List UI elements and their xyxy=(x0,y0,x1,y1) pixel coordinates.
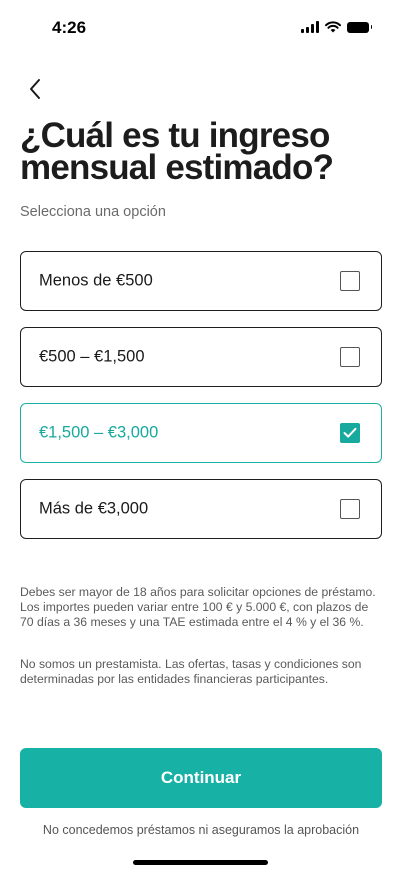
status-time: 4:26 xyxy=(52,18,87,37)
back-button[interactable] xyxy=(22,76,48,102)
status-icons xyxy=(301,21,372,33)
status-bar: 4:26 xyxy=(0,0,402,58)
checkbox-checked[interactable] xyxy=(340,423,360,443)
footnote: No concedemos préstamos ni aseguramos la… xyxy=(42,823,360,837)
option-label: €500 – €1,500 xyxy=(39,347,145,366)
home-indicator xyxy=(133,860,268,865)
checkbox[interactable] xyxy=(340,347,360,367)
disclaimer-eligibility: Debes ser mayor de 18 años para solicita… xyxy=(20,585,376,629)
option-label: €1,500 – €3,000 xyxy=(39,423,159,442)
option-less-than-500[interactable]: Menos de €500 xyxy=(20,251,382,311)
option-1500-3000[interactable]: €1,500 – €3,000 xyxy=(20,403,382,463)
option-500-1500[interactable]: €500 – €1,500 xyxy=(20,327,382,387)
battery-icon xyxy=(347,21,372,33)
checkmark-icon xyxy=(343,427,357,438)
continue-button[interactable]: Continuar xyxy=(20,748,382,808)
page-title: ¿Cuál es tu ingreso mensual estimado? xyxy=(20,116,334,187)
checkbox[interactable] xyxy=(340,271,360,291)
checkbox[interactable] xyxy=(340,499,360,519)
cellular-signal-icon xyxy=(301,21,319,33)
disclaimer-not-lender: No somos un prestamista. Las ofertas, ta… xyxy=(20,657,362,686)
option-label: Más de €3,000 xyxy=(39,499,149,518)
page-subtitle: Selecciona una opción xyxy=(20,204,166,220)
option-more-than-3000[interactable]: Más de €3,000 xyxy=(20,479,382,539)
chevron-left-icon xyxy=(30,79,40,99)
wifi-icon xyxy=(325,21,341,33)
option-label: Menos de €500 xyxy=(39,271,153,290)
